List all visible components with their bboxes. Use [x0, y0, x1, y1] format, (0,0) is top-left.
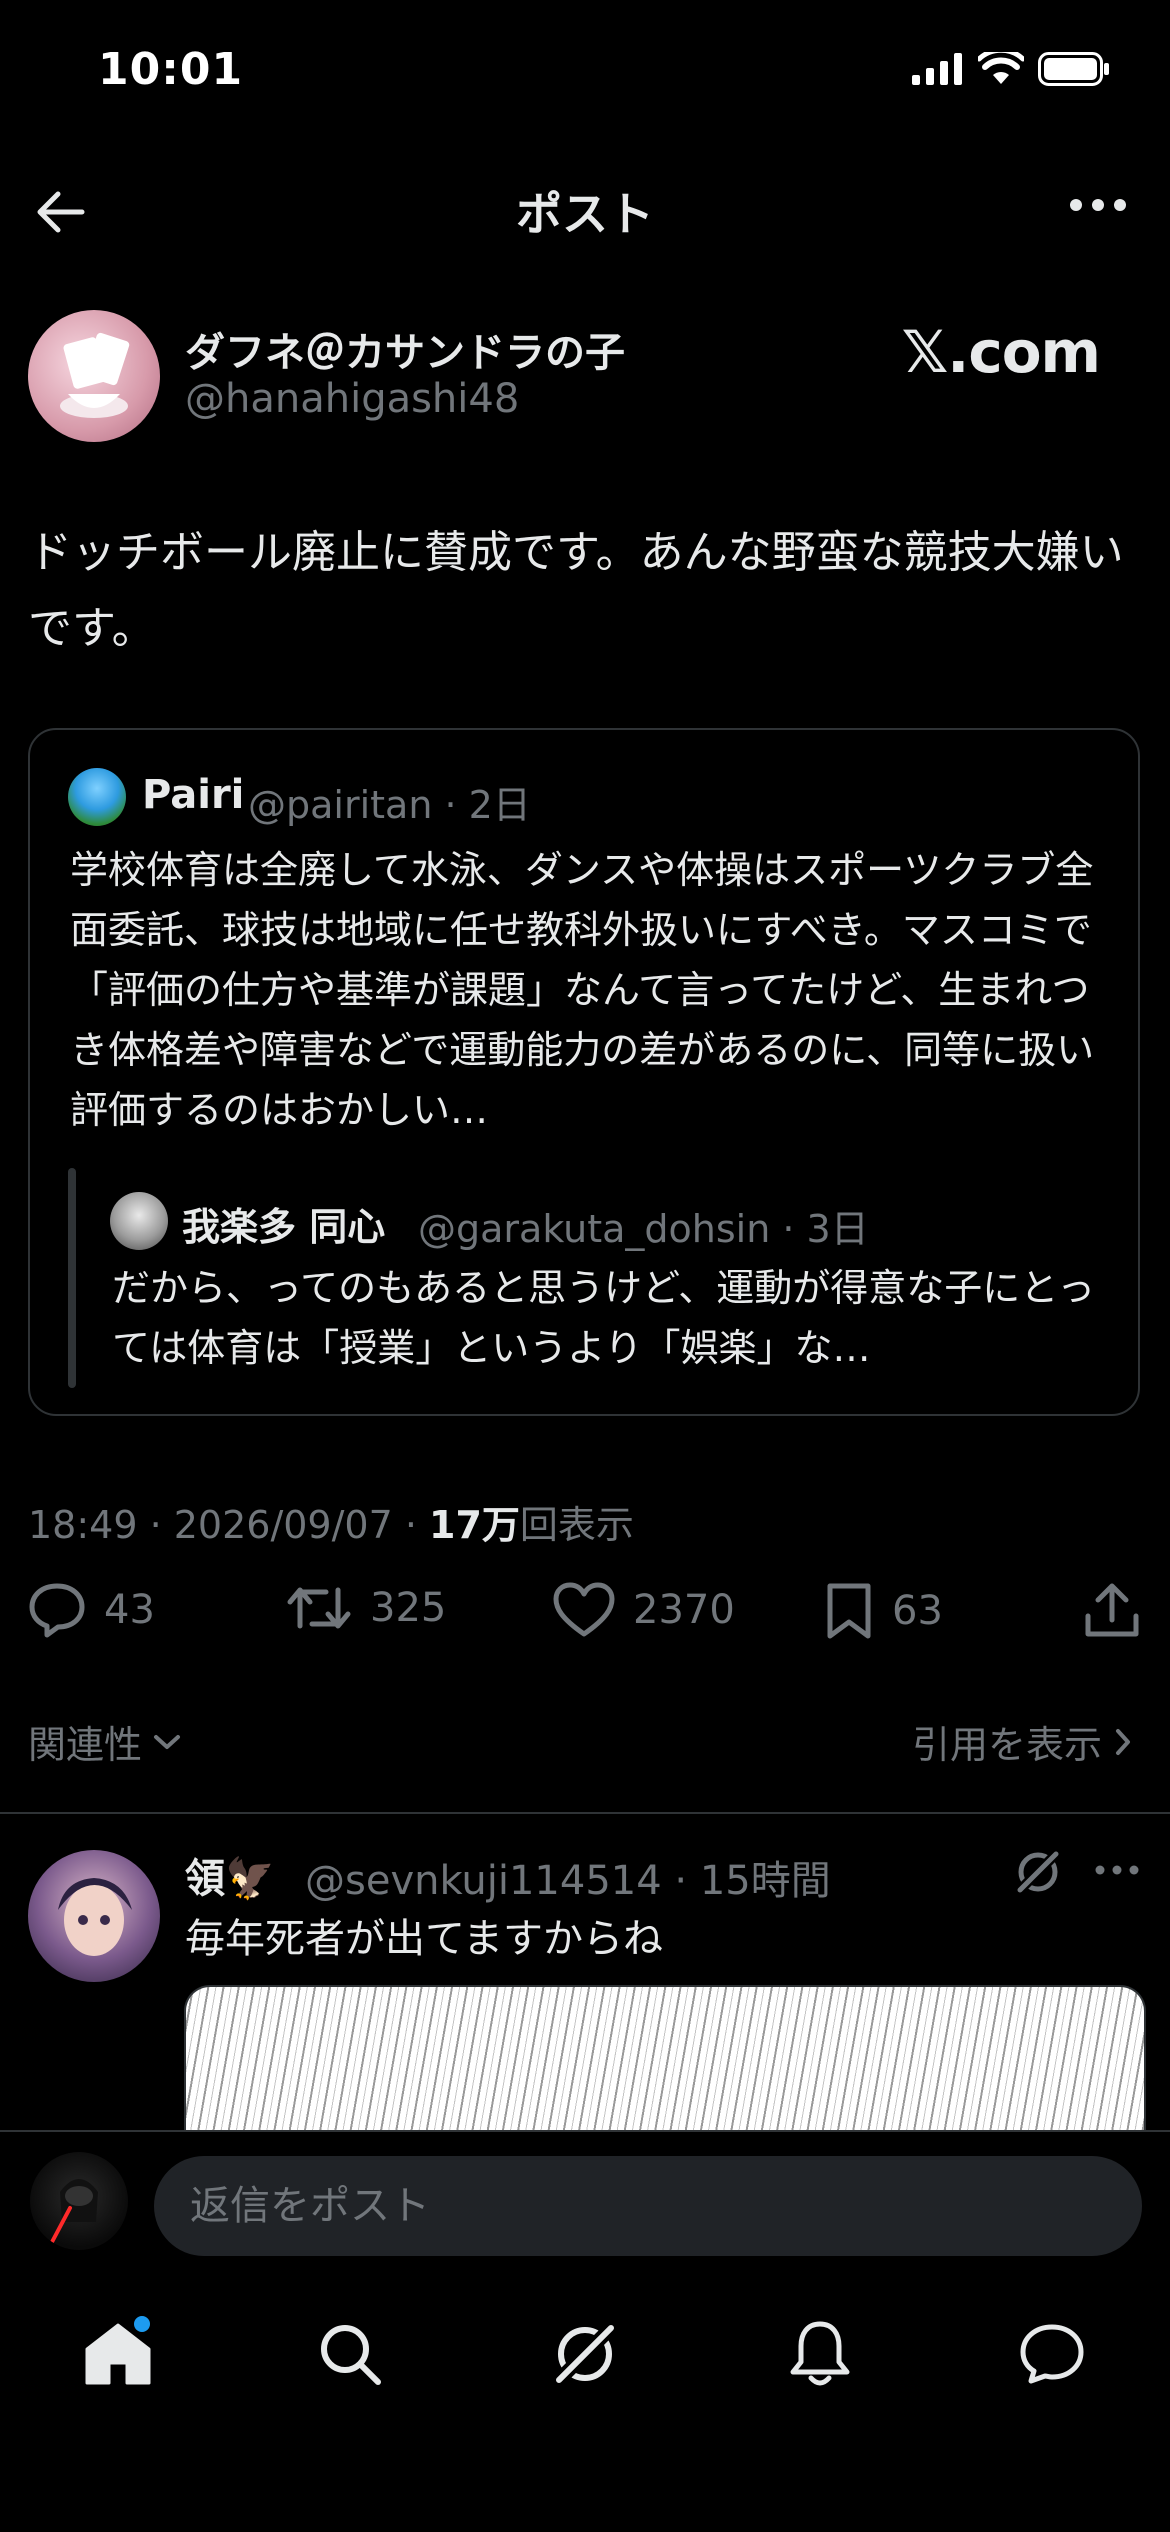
notifications-icon [790, 2321, 850, 2386]
reply-icon [29, 1583, 85, 1638]
quote-avatar [68, 768, 126, 826]
view-quotes-link[interactable]: 引用を表示 [912, 1714, 1134, 1769]
like-count: 2370 [633, 1587, 735, 1633]
author-name[interactable]: ダフネ＠カサンドラの子 [185, 320, 625, 378]
like-icon [553, 1582, 615, 1637]
nested-quote-author-meta: @garakuta_dohsin · 3日 [418, 1207, 869, 1251]
search-icon [321, 2325, 381, 2385]
repost-icon [287, 1587, 351, 1629]
grok-button[interactable] [1012, 1846, 1064, 1898]
grok-icon [1014, 1848, 1062, 1896]
reply-avatar[interactable] [28, 1850, 160, 1982]
sort-label: 関連性 [28, 1723, 143, 1767]
author-avatar[interactable] [28, 310, 160, 442]
views-count[interactable]: 17万 [429, 1503, 520, 1547]
signal-icon [912, 53, 962, 85]
chevron-down-icon [154, 1734, 181, 1749]
page-title: ポスト [516, 187, 654, 241]
nav-search[interactable] [310, 2314, 390, 2394]
repost-count: 325 [370, 1585, 447, 1631]
messages-icon [1020, 2324, 1084, 2384]
quote-author-name: Pairi [142, 772, 245, 818]
reply-button[interactable]: 43 [28, 1582, 155, 1638]
xcom-badge: 𝕏.com [901, 318, 1101, 386]
like-button[interactable]: 2370 [553, 1582, 735, 1638]
post-timestamp: 18:49 · 2026/09/07 · 17万回表示 [28, 1494, 634, 1549]
reply-text: 毎年死者が出てますからね [185, 1916, 663, 1962]
post-text: ドッチボール廃止に賛成です。あんな野蛮な競技大嫌いです。 [28, 527, 1124, 654]
battery-icon [1038, 52, 1109, 86]
reply-more-button[interactable] [1090, 1850, 1144, 1890]
reply-author-meta[interactable]: @sevnkuji114514 · 15時間 [305, 1848, 831, 1906]
view-quotes-label: 引用を表示 [911, 1723, 1102, 1767]
share-icon [1085, 1583, 1139, 1637]
bookmark-icon [827, 1583, 871, 1639]
reply-count: 43 [104, 1587, 155, 1633]
reply-input[interactable] [154, 2156, 1142, 2256]
timestamp-text: 18:49 · 2026/09/07 · [28, 1503, 430, 1547]
author-handle[interactable]: @hanahigashi48 [185, 376, 519, 422]
repost-button[interactable]: 325 [286, 1582, 446, 1634]
quote-card[interactable]: Pairi @pairitan · 2日 学校体育は全廃して水泳、ダンスや体操は… [28, 728, 1140, 1416]
more-icon [1095, 1865, 1139, 1875]
chevron-right-icon [1116, 1728, 1130, 1755]
views-label: 回表示 [519, 1503, 634, 1547]
sort-selector[interactable]: 関連性 [28, 1714, 184, 1769]
nested-quote-bar [68, 1168, 76, 1388]
bookmark-count: 63 [892, 1588, 943, 1634]
my-avatar [30, 2152, 128, 2250]
reply-author-name[interactable]: 領🦅 [185, 1846, 275, 1904]
nested-quote-text: だから、ってのもあると思うけど、運動が得意な子にとっては体育は「授業」というより… [112, 1266, 1096, 1370]
more-icon [1070, 199, 1126, 211]
quote-author-meta: @pairitan · 2日 [248, 783, 531, 827]
bookmark-button[interactable]: 63 [824, 1582, 943, 1640]
more-options-button[interactable] [1066, 185, 1130, 225]
divider [0, 1812, 1170, 1814]
bottom-navigation [0, 2272, 1170, 2532]
status-time: 10:01 [98, 44, 244, 95]
grok-icon [552, 2321, 618, 2387]
wifi-icon [978, 52, 1024, 84]
nested-quote-author-name: 我楽多 同心 [182, 1205, 386, 1249]
nav-grok[interactable] [545, 2314, 625, 2394]
quote-text: 学校体育は全廃して水泳、ダンスや体操はスポーツクラブ全面委託、球技は地域に任せ教… [70, 848, 1095, 1132]
home-notification-dot [134, 2316, 150, 2332]
status-icons [912, 52, 1110, 86]
post-actions: 43 325 2370 63 [28, 1582, 1140, 1652]
share-button[interactable] [1084, 1582, 1140, 1640]
nested-quote-avatar [110, 1192, 168, 1250]
nav-messages[interactable] [1012, 2314, 1092, 2394]
nav-notifications[interactable] [780, 2314, 860, 2394]
